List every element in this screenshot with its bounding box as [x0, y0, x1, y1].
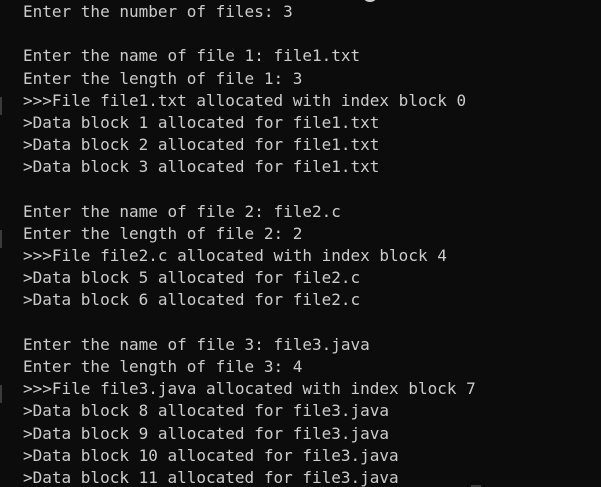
output-line: >Data block 9 allocated for file3.java: [23, 423, 390, 443]
window-edge-marker: [0, 97, 2, 115]
output-line: >>>File file2.c allocated with index blo…: [23, 246, 447, 266]
terminal-output: Enter the number of files: 3 Enter the n…: [0, 1, 601, 487]
output-line: >Data block 2 allocated for file1.txt: [23, 135, 380, 155]
output-line: >>>File file3.java allocated with index …: [23, 379, 476, 399]
output-line: Enter the length of file 1: 3: [23, 68, 303, 88]
output-line: >Data block 1 allocated for file1.txt: [23, 112, 380, 132]
terminal-window[interactable]: Enter the number of files: 3 Enter the n…: [0, 0, 601, 487]
output-line: >Data block 5 allocated for file2.c: [23, 268, 361, 288]
output-line: Enter the name of file 2: file2.c: [23, 201, 341, 221]
output-line: >>>File file1.txt allocated with index b…: [23, 90, 467, 110]
output-line: Enter the name of file 3: file3.java: [23, 334, 370, 354]
output-line: Enter the number of files: 3: [23, 2, 293, 21]
output-line: Enter the name of file 1: file1.txt: [23, 46, 361, 66]
output-line: Enter the length of file 3: 4: [23, 357, 303, 376]
window-edge-marker: [0, 385, 2, 403]
output-line: >Data block 6 allocated for file2.c: [23, 290, 361, 310]
output-line: Enter the length of file 2: 2: [23, 223, 303, 243]
output-line: >Data block 11 allocated for file3.java: [23, 467, 399, 487]
output-line: >Data block 8 allocated for file3.java: [23, 401, 390, 421]
window-edge-marker: [0, 230, 2, 248]
output-line: >Data block 10 allocated for file3.java: [23, 445, 399, 465]
output-line: >Data block 3 allocated for file1.txt: [23, 157, 380, 177]
